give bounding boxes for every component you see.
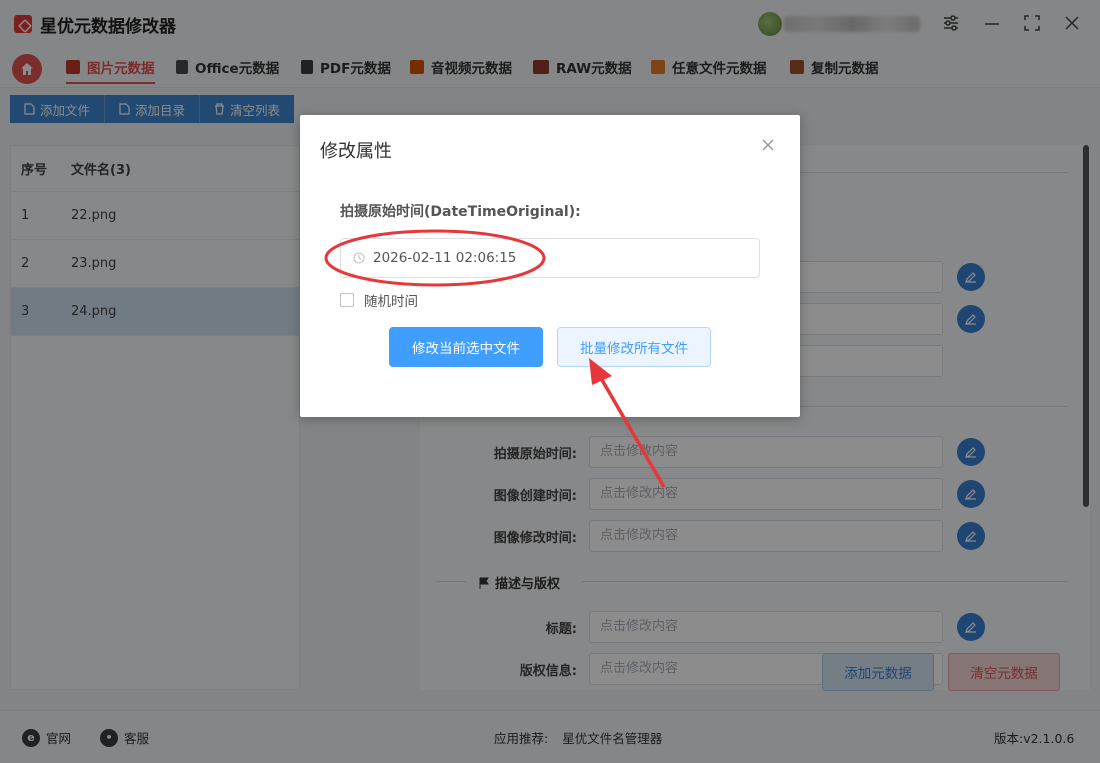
datetime-original-label: 拍摄原始时间(DateTimeOriginal): [340,204,581,220]
modify-current-file-button[interactable]: 修改当前选中文件 [389,327,543,367]
clock-icon [353,252,365,264]
modify-properties-dialog: 修改属性 拍摄原始时间(DateTimeOriginal): 2026-02-1… [300,115,800,417]
datetime-value: 2026-02-11 02:06:15 [373,250,517,266]
datetime-picker[interactable]: 2026-02-11 02:06:15 [340,238,760,278]
close-icon[interactable] [762,135,774,156]
dialog-title: 修改属性 [320,141,392,162]
batch-modify-all-files-button[interactable]: 批量修改所有文件 [557,327,711,367]
checkbox-box[interactable] [340,293,354,307]
random-time-checkbox[interactable]: 随机时间 [340,290,418,310]
